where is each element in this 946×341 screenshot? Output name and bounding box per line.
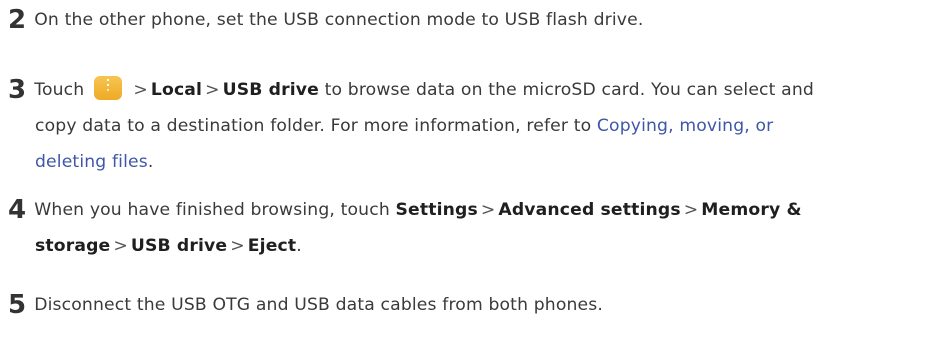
step-2: 2 On the other phone, set the USB connect…: [8, 2, 936, 38]
file-manager-icon[interactable]: [94, 76, 123, 100]
step-text: to browse data on the microSD card. You …: [324, 80, 814, 100]
step-number: 3: [8, 75, 27, 105]
menu-storage: storage: [35, 236, 111, 256]
period: .: [296, 236, 302, 256]
step-3-line-2: copy data to a destination folder. For m…: [8, 108, 936, 144]
step-5-line: 5 Disconnect the USB OTG and USB data cab…: [8, 287, 936, 323]
menu-local: Local: [150, 80, 203, 100]
step-number: 4: [8, 195, 27, 225]
step-text: On the other phone, set the USB connecti…: [34, 10, 644, 30]
step-4-line-2: storage > USB drive > Eject.: [8, 228, 936, 264]
step-3-line-3: deleting files.: [8, 144, 936, 180]
step-4: 4 When you have finished browsing, touch …: [8, 192, 936, 264]
menu-memory-storage: Memory &: [701, 200, 802, 220]
step-2-line: 2 On the other phone, set the USB connect…: [8, 2, 936, 38]
path-separator: >: [113, 236, 128, 256]
path-separator: >: [133, 80, 148, 100]
menu-usb-drive: USB drive: [222, 80, 319, 100]
touch-word: Touch: [34, 80, 85, 100]
path-separator: >: [683, 200, 699, 220]
path-separator: >: [480, 200, 496, 220]
menu-eject: Eject: [247, 236, 297, 256]
step-text: copy data to a destination folder. For m…: [35, 116, 592, 136]
copying-files-link-cont[interactable]: deleting files: [35, 152, 148, 172]
step-number: 2: [8, 5, 27, 35]
step-text: When you have finished browsing, touch: [34, 200, 390, 220]
menu-advanced-settings: Advanced settings: [498, 200, 681, 220]
step-5: 5 Disconnect the USB OTG and USB data cab…: [8, 287, 936, 323]
menu-settings: Settings: [395, 200, 478, 220]
period: .: [147, 152, 154, 172]
step-4-line-1: 4 When you have finished browsing, touch …: [8, 192, 936, 228]
path-separator: >: [205, 80, 220, 100]
step-3-line-1: 3 Touch > Local > USB drive to browse data on…: [8, 72, 936, 108]
step-number: 5: [8, 290, 27, 320]
step-3: 3 Touch > Local > USB drive to browse data on…: [8, 72, 936, 180]
step-text: Disconnect the USB OTG and USB data cabl…: [34, 295, 603, 315]
path-separator: >: [230, 236, 245, 256]
menu-usb-drive: USB drive: [130, 236, 228, 256]
copying-files-link[interactable]: Copying, moving, or: [597, 116, 773, 136]
